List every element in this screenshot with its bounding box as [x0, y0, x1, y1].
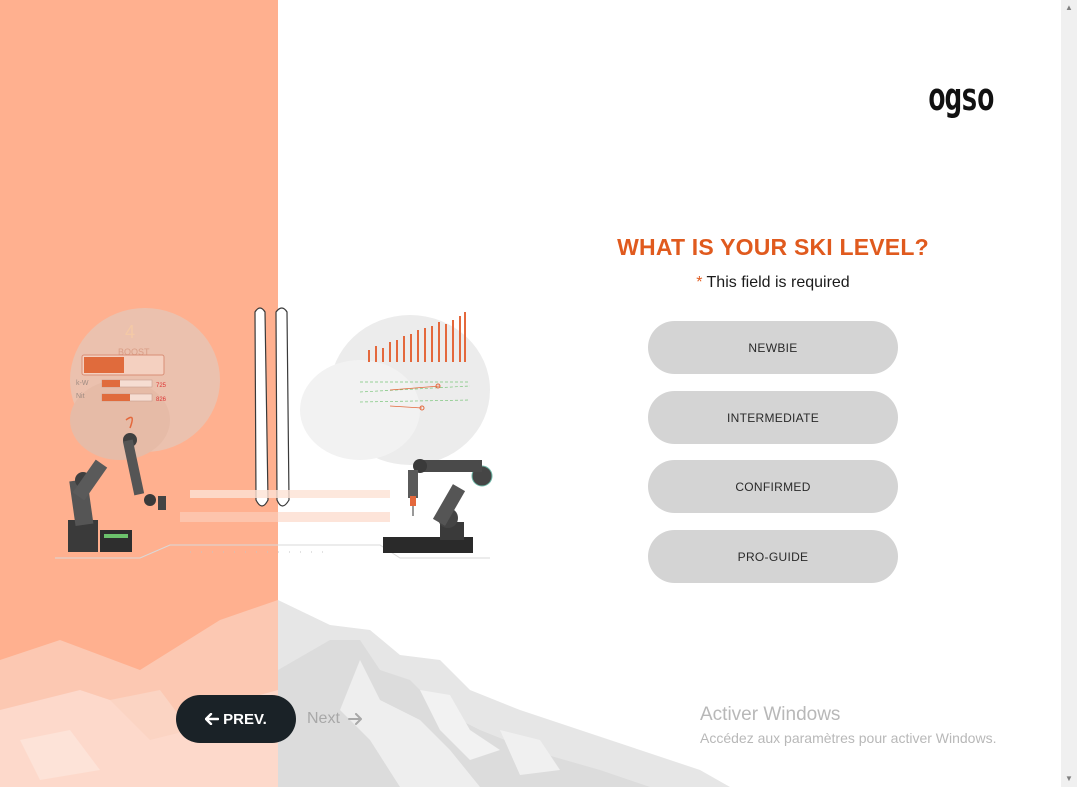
brand-logo[interactable]: ogso: [928, 74, 1012, 124]
required-text: This field is required: [706, 274, 850, 291]
page: 4 BOOST k-W 725 Nit 826 ogso WHAT IS YOU…: [0, 0, 1077, 787]
scroll-down-icon[interactable]: ▼: [1061, 771, 1077, 787]
option-pro-guide-button[interactable]: PRO-GUIDE: [648, 530, 898, 583]
mountain-background: [0, 600, 730, 787]
activation-title: Activer Windows: [700, 704, 841, 725]
brand-logo-mark: ogso: [928, 75, 995, 120]
gauge-number: 4: [125, 322, 135, 342]
arrow-right-icon: [347, 713, 362, 725]
prev-button[interactable]: PREV.: [176, 695, 296, 743]
option-newbie-button[interactable]: NEWBIE: [648, 321, 898, 374]
next-button[interactable]: Next: [307, 707, 362, 731]
required-note: * This field is required: [600, 274, 946, 292]
next-label: Next: [307, 710, 340, 727]
activation-subtitle: Accédez aux paramètres pour activer Wind…: [700, 730, 997, 746]
required-star: *: [696, 274, 703, 291]
robot-arm-right: [383, 459, 493, 553]
prev-label: PREV.: [223, 710, 267, 728]
windows-activation-watermark: Activer Windows Accédez aux paramètres p…: [700, 704, 996, 746]
row2-label: Nit: [76, 393, 85, 400]
row1-label: k-W: [76, 380, 89, 387]
row1-value: 725: [156, 383, 167, 389]
option-intermediate-button[interactable]: INTERMEDIATE: [648, 391, 898, 444]
question-title: WHAT IS YOUR SKI LEVEL?: [617, 234, 929, 260]
option-confirmed-button[interactable]: CONFIRMED: [648, 460, 898, 513]
scroll-up-icon[interactable]: ▲: [1061, 0, 1077, 16]
skis: [254, 307, 290, 507]
brand-logo-text: ogso: [928, 75, 993, 120]
arrow-left-icon: [205, 713, 220, 725]
ski-lab-illustration: 4 BOOST k-W 725 Nit 826: [55, 307, 493, 559]
row2-value: 826: [156, 397, 167, 403]
vertical-scrollbar[interactable]: ▲ ▼: [1061, 0, 1077, 787]
